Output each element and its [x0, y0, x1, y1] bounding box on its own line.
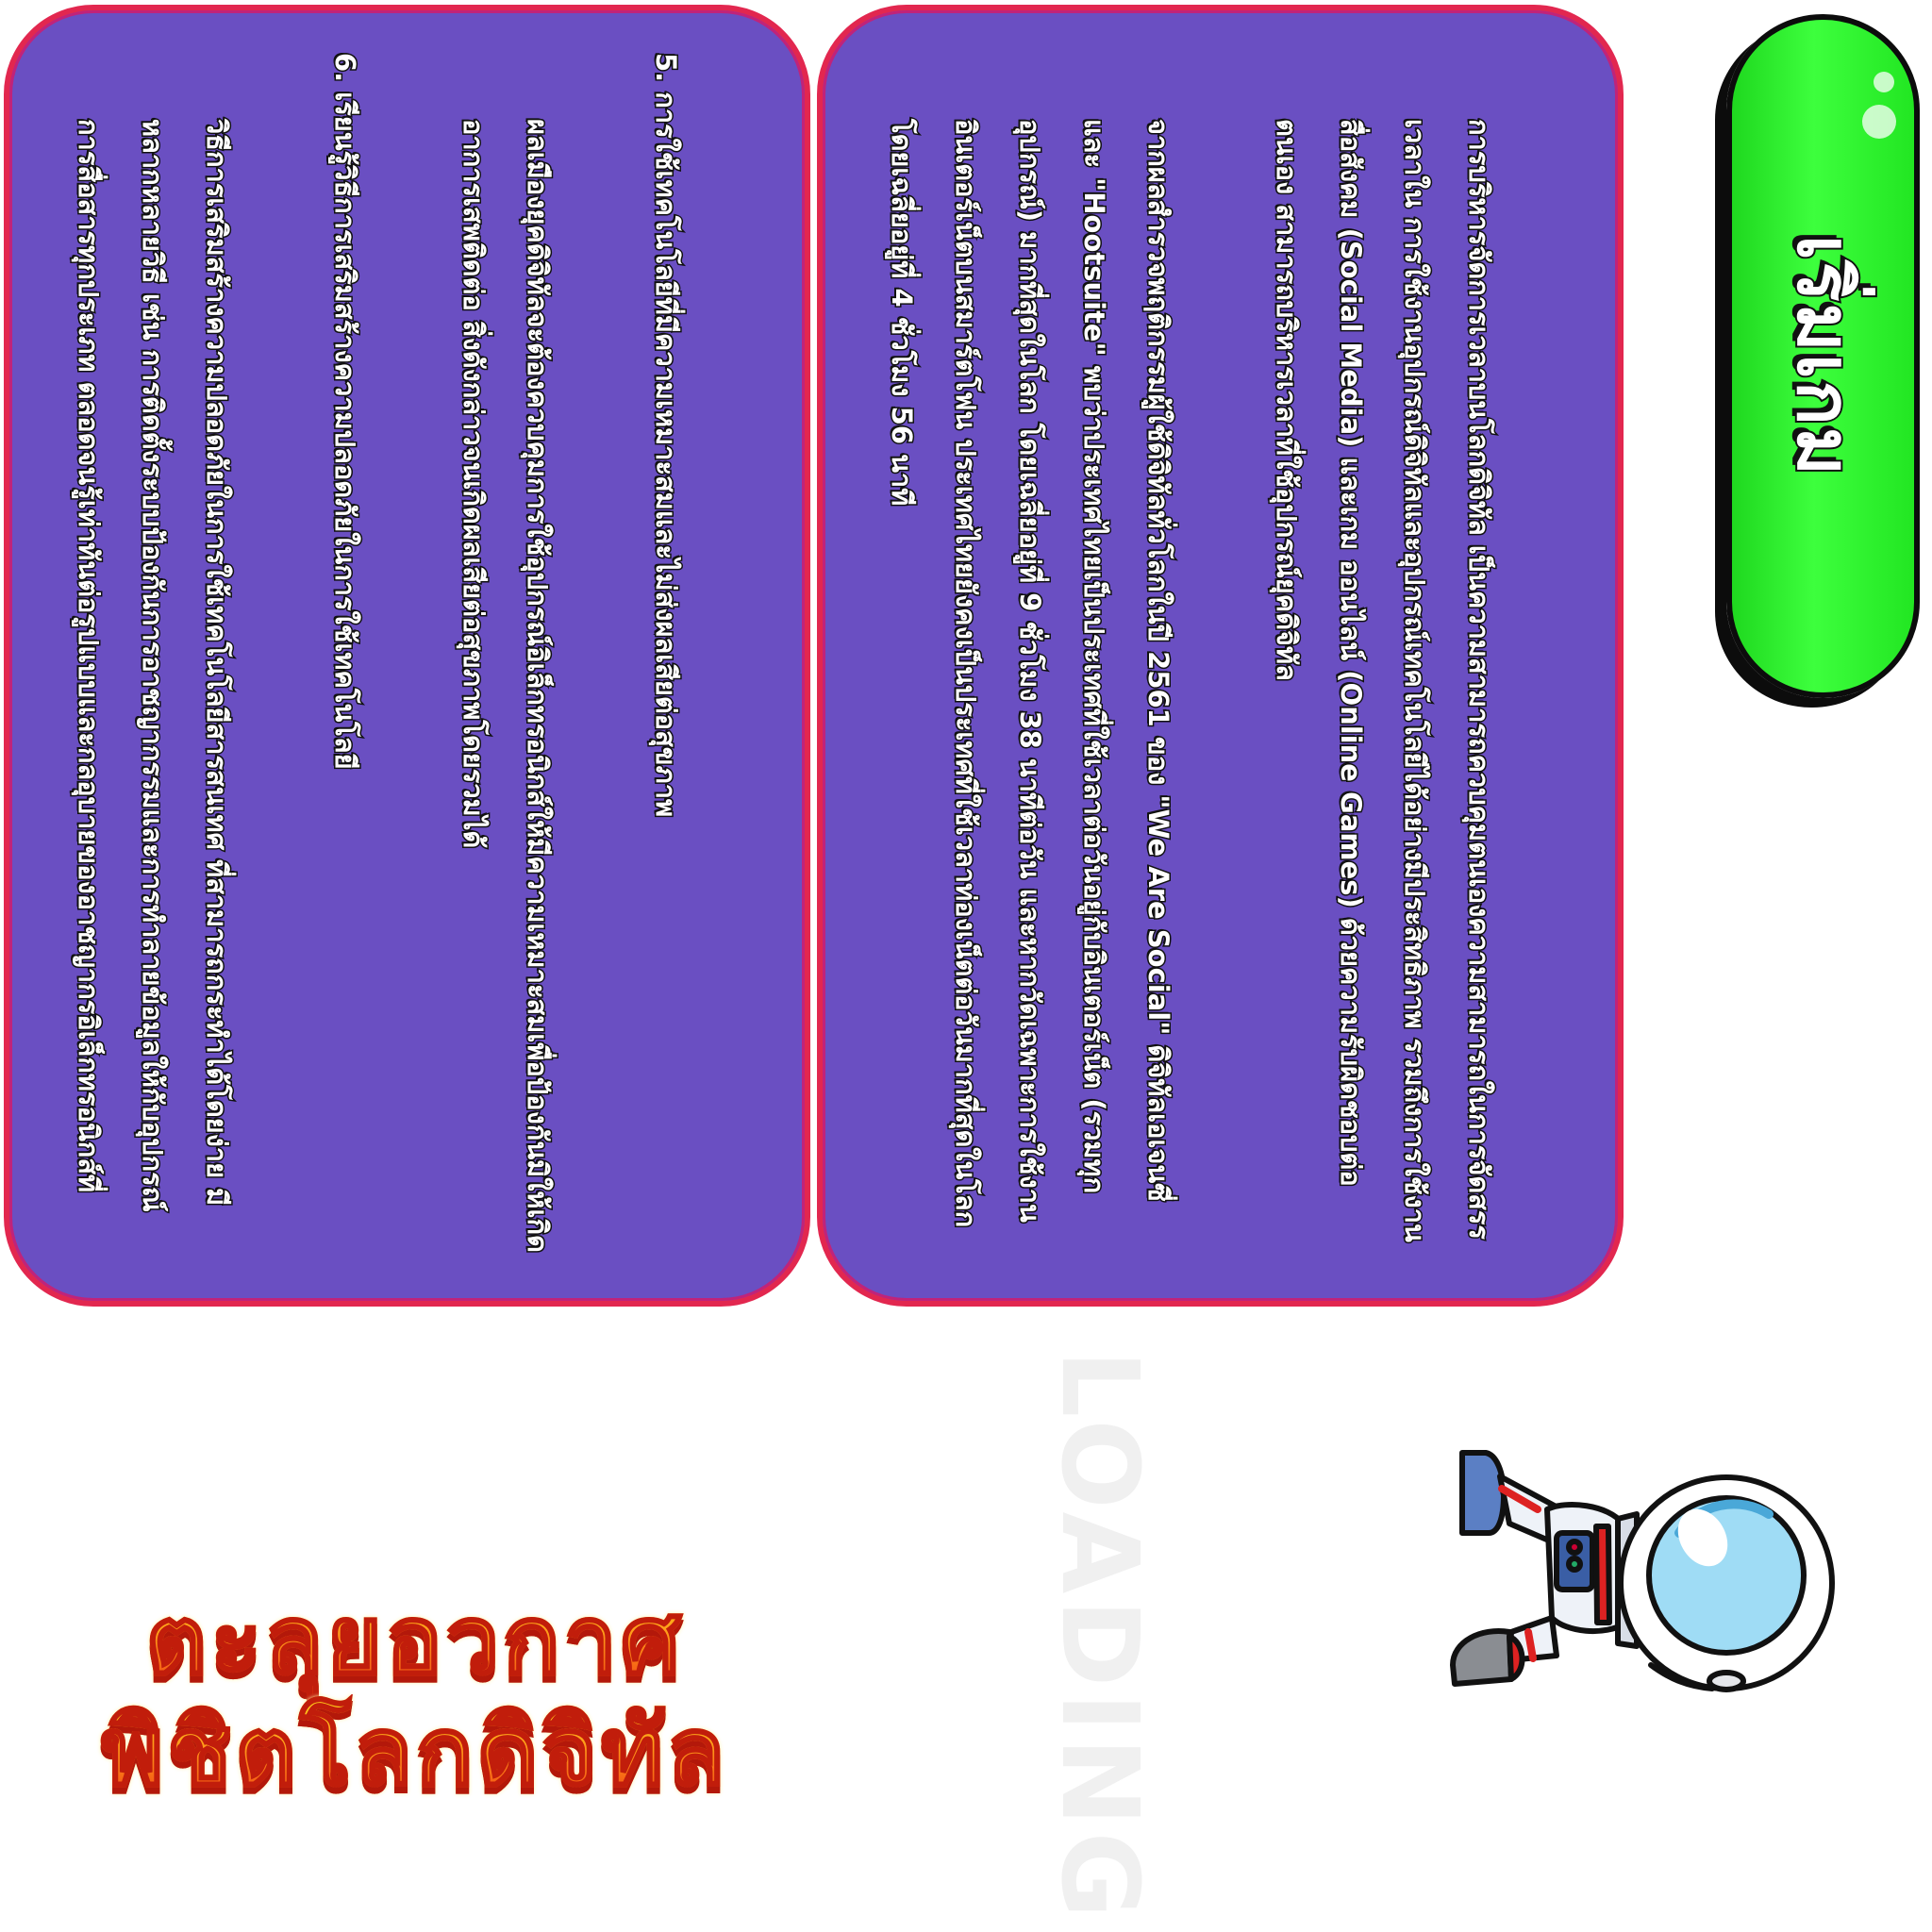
card-heading: 6. เรียนรู้วิธีการเสริมสร้างความปลอดภัยใ…	[328, 53, 363, 771]
loading-indicator: LOADING	[1038, 1350, 1160, 1924]
start-game-button[interactable]: เริ่มเกม	[1726, 14, 1920, 698]
card-paragraph: จากผลสำรวจพฤติกรรมผู้ใช้ดิจิทัลทั่วโลกใน…	[885, 118, 1176, 1229]
card-text: การบริหารจัดการเวลาบนโลกดิจิทัล เป็นความ…	[865, 53, 1575, 1258]
card-text: 5. การใช้เทคโนโลยีที่มีความเหมาะสมและไม่…	[52, 53, 762, 1258]
game-title: ตะลุยอวกาศ พิชิตโลกดิจิทัล	[19, 1584, 811, 1808]
info-card-time-management: การบริหารจัดการเวลาบนโลกดิจิทัล เป็นความ…	[817, 5, 1624, 1307]
card-paragraph: การบริหารจัดการเวลาบนโลกดิจิทัล เป็นความ…	[1270, 118, 1497, 1244]
card-text-area: 5. การใช้เทคโนโลยีที่มีความเหมาะสมและไม่…	[52, 53, 762, 1258]
start-label-wrap: เริ่มเกม	[1732, 20, 1914, 692]
start-game-label: เริ่มเกม	[1779, 233, 1868, 479]
card-paragraph: วิธีการเสริมสร้างความปลอดภัยในการใช้เทคโ…	[72, 118, 235, 1214]
game-screen: เริ่มเกม การบริหารจัดการเวลาบนโลกดิจิทัล…	[0, 0, 1932, 1932]
astronaut-icon	[1450, 1450, 1835, 1692]
info-card-health-safety: 5. การใช้เทคโนโลยีที่มีความเหมาะสมและไม่…	[4, 5, 810, 1307]
card-paragraph: ผลเมืองยุคดิจิทัลจะต้องควบคุมการใช้อุปกร…	[457, 118, 556, 1255]
card-text-area: การบริหารจัดการเวลาบนโลกดิจิทัล เป็นความ…	[865, 53, 1575, 1258]
game-title-line-1: ตะลุยอวกาศ	[19, 1584, 811, 1697]
game-title-line-2: พิชิตโลกดิจิทัล	[19, 1695, 811, 1808]
loading-label: LOADING	[1038, 1349, 1160, 1924]
card-heading: 5. การใช้เทคโนโลยีที่มีความเหมาะสมและไม่…	[649, 53, 684, 819]
